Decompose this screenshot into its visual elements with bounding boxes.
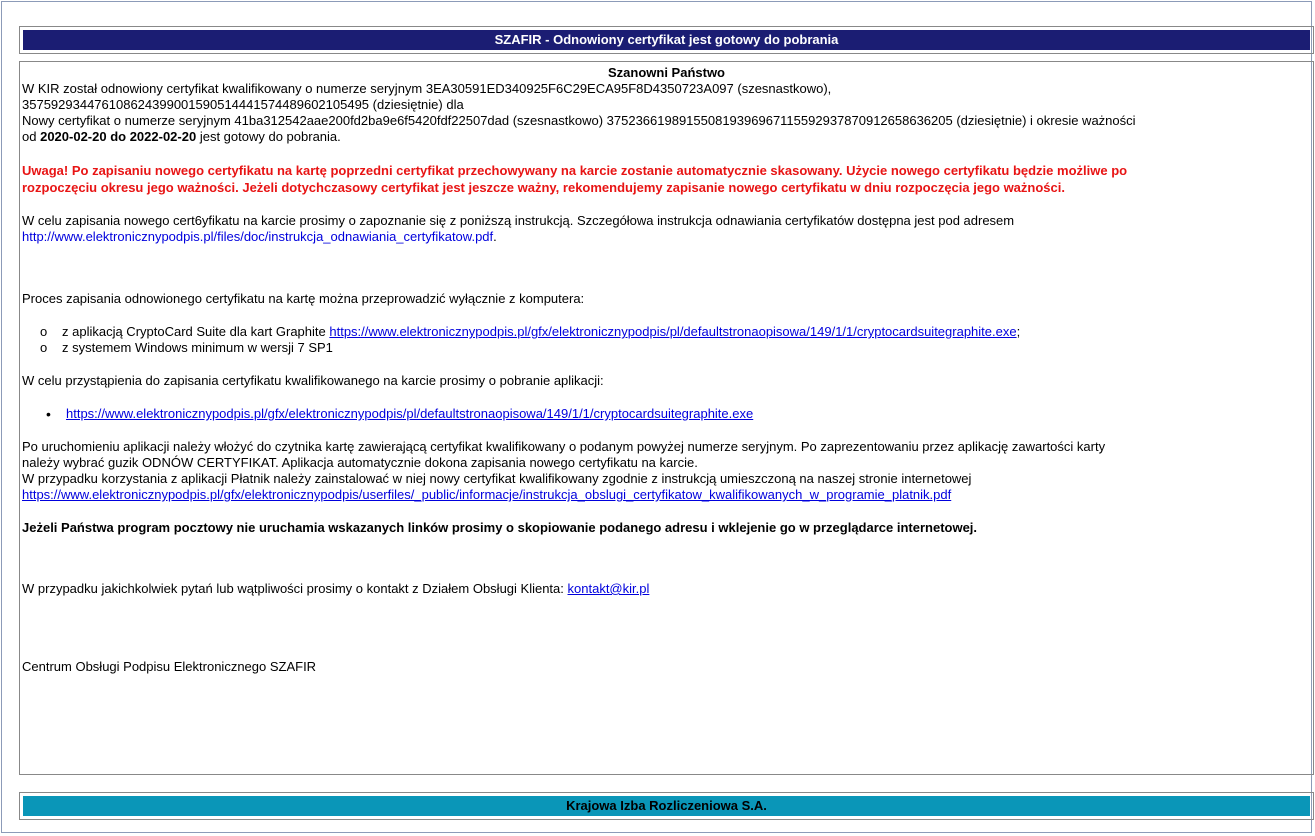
after-line-2: należy wybrać guzik ODNÓW CERTYFIKAT. Ap… [22, 455, 698, 470]
header-title: SZAFIR - Odnowiony certyfikat jest gotow… [23, 30, 1310, 50]
footer-title: Krajowa Izba Rozliczeniowa S.A. [23, 796, 1310, 816]
signature: Centrum Obsługi Podpisu Elektronicznego … [22, 659, 317, 674]
intro-line-2: 3575929344761086243990015905144415744896… [22, 97, 464, 112]
download-list: • https://www.elektronicznypodpis.pl/gfx/… [22, 406, 1311, 422]
circle-bullet-icon: o [40, 340, 48, 355]
after-line-1: Po uruchomieniu aplikacji należy włożyć … [22, 439, 1106, 454]
disc-bullet-icon: • [46, 406, 51, 422]
download-text: W celu przystąpienia do zapisania certyf… [22, 373, 604, 388]
intro-line-3: Nowy certyfikat o numerze seryjnym 41ba3… [22, 113, 1136, 128]
list-item: • https://www.elektronicznypodpis.pl/gfx/… [22, 406, 1311, 422]
notice: Jeżeli Państwa program pocztowy nie uruc… [22, 520, 978, 535]
message-body: Szanowni Państwo W KIR został odnowiony … [19, 61, 1314, 775]
after-line-3: W przypadku korzystania z aplikacji Płat… [22, 471, 972, 486]
download-link[interactable]: https://www.elektronicznypodpis.pl/gfx/e… [66, 406, 753, 421]
cryptocard-link[interactable]: https://www.elektronicznypodpis.pl/gfx/e… [329, 324, 1016, 339]
circle-bullet-icon: o [40, 324, 48, 339]
intro-suffix: jest gotowy do pobrania. [199, 129, 341, 144]
greeting: Szanowni Państwo [607, 65, 725, 80]
instruction-link[interactable]: http://www.elektronicznypodpis.pl/files/… [22, 229, 493, 244]
intro-line-4: od 2020-02-20 do 2022-02-20 jest gotowy … [22, 129, 1311, 145]
list-item: oz systemem Windows minimum w wersji 7 S… [40, 340, 333, 355]
process-text: Proces zapisania odnowionego certyfikatu… [22, 291, 585, 306]
warning-line-2: rozpoczęciu okresu jego ważności. Jeżeli… [22, 180, 1065, 195]
warning-line-1: Uwaga! Po zapisaniu nowego certyfikatu n… [22, 163, 1128, 178]
validity-dates: 2020-02-20 do 2022-02-20 [40, 129, 197, 144]
footer-box: Krajowa Izba Rozliczeniowa S.A. [19, 792, 1314, 820]
list-item: oz aplikacją CryptoCard Suite dla kart G… [40, 324, 1021, 339]
intro-line-1: W KIR został odnowiony certyfikat kwalif… [22, 81, 832, 96]
instruction-link-line: http://www.elektronicznypodpis.pl/files/… [22, 229, 497, 244]
platnik-link[interactable]: https://www.elektronicznypodpis.pl/gfx/e… [22, 487, 951, 502]
contact-email-link[interactable]: kontakt@kir.pl [568, 581, 650, 596]
requirements-list: oz aplikacją CryptoCard Suite dla kart G… [22, 324, 1311, 356]
header-box: SZAFIR - Odnowiony certyfikat jest gotow… [19, 26, 1314, 54]
intro-prefix: od [22, 129, 37, 144]
contact-line: W przypadku jakichkolwiek pytań lub wątp… [22, 581, 650, 596]
instruction-text: W celu zapisania nowego cert6yfikatu na … [22, 213, 1015, 228]
platnik-link-line: https://www.elektronicznypodpis.pl/gfx/e… [22, 487, 1311, 503]
